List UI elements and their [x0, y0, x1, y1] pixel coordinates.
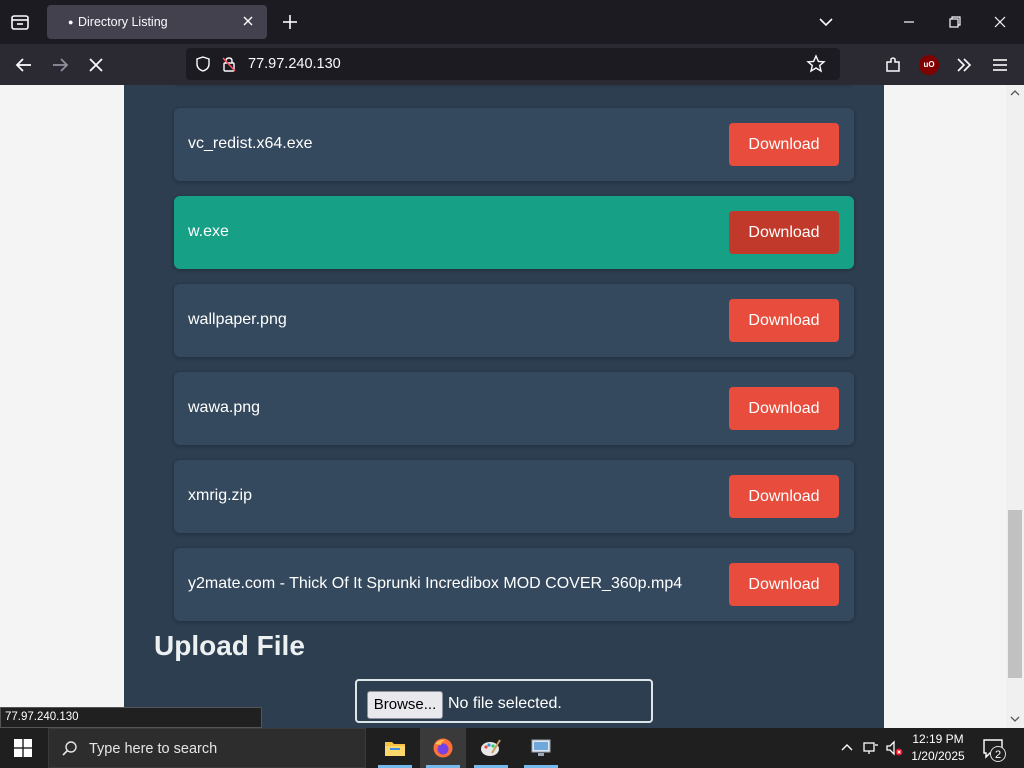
- page-viewport: vc_redist.x64.exe Download w.exe Downloa…: [0, 85, 1006, 728]
- download-button[interactable]: Download: [729, 211, 839, 254]
- list-item: xmrig.zip Download: [174, 460, 854, 533]
- more-tools-chevron-icon[interactable]: [953, 54, 975, 76]
- download-button[interactable]: Download: [729, 123, 839, 166]
- list-item-highlighted: w.exe Download: [174, 196, 854, 269]
- clock-time: 12:19 PM: [912, 732, 964, 746]
- hamburger-menu-icon[interactable]: [989, 54, 1011, 76]
- scroll-down-icon[interactable]: [1009, 714, 1021, 724]
- new-tab-icon[interactable]: [280, 12, 300, 32]
- download-button[interactable]: Download: [729, 563, 839, 606]
- extensions-icon[interactable]: [882, 54, 904, 76]
- search-icon: [62, 741, 77, 756]
- stop-loading-icon[interactable]: [85, 54, 107, 76]
- upload-heading: Upload File: [154, 630, 305, 661]
- navigation-toolbar: 77.97.240.130 uO: [0, 44, 1024, 85]
- list-item: vc_redist.x64.exe Download: [174, 108, 854, 181]
- scroll-thumb[interactable]: [1008, 510, 1022, 678]
- loading-dot-icon: ●: [68, 17, 74, 27]
- tab-title: Directory Listing: [78, 15, 168, 29]
- show-hidden-icons-chevron-icon[interactable]: [838, 739, 856, 757]
- network-icon[interactable]: [862, 739, 880, 757]
- status-url-tooltip: 77.97.240.130: [0, 707, 262, 728]
- scroll-up-icon[interactable]: [1009, 88, 1021, 98]
- back-icon[interactable]: [13, 54, 35, 76]
- restore-icon[interactable]: [945, 12, 965, 32]
- firefox-app[interactable]: [420, 728, 466, 768]
- taskbar-search-box[interactable]: Type here to search: [48, 728, 366, 768]
- minimize-icon[interactable]: [899, 12, 919, 32]
- clock-date: 1/20/2025: [911, 749, 965, 763]
- paint-app[interactable]: [468, 728, 514, 768]
- close-tab-icon[interactable]: [239, 12, 257, 30]
- search-placeholder: Type here to search: [89, 741, 218, 757]
- forward-icon[interactable]: [49, 54, 71, 76]
- remote-desktop-icon: [531, 739, 551, 756]
- volume-muted-icon[interactable]: [885, 739, 903, 757]
- tab-list-icon[interactable]: [8, 10, 32, 34]
- windows-taskbar: Type here to search 12:19 PM 1/20/2025: [0, 728, 1024, 768]
- list-item: wallpaper.png Download: [174, 284, 854, 357]
- file-input[interactable]: Browse... No file selected.: [355, 679, 653, 723]
- file-name: vc_redist.x64.exe: [188, 135, 313, 152]
- directory-panel: vc_redist.x64.exe Download w.exe Downloa…: [124, 85, 884, 728]
- file-name: w.exe: [188, 223, 229, 240]
- file-status-label: No file selected.: [448, 695, 562, 712]
- remote-desktop-app[interactable]: [518, 728, 564, 768]
- browser-tab-bar: ● Directory Listing: [0, 0, 1024, 44]
- firefox-icon: [433, 738, 453, 758]
- system-clock[interactable]: 12:19 PM 1/20/2025: [905, 731, 971, 765]
- bookmark-star-icon[interactable]: [806, 54, 826, 74]
- notification-count-badge: 2: [990, 746, 1006, 762]
- url-text: 77.97.240.130: [248, 56, 341, 72]
- ublock-origin-icon[interactable]: uO: [919, 55, 939, 75]
- file-name: y2mate.com - Thick Of It Sprunki Incredi…: [188, 575, 683, 592]
- download-button[interactable]: Download: [729, 387, 839, 430]
- shield-icon[interactable]: [194, 55, 212, 73]
- address-bar[interactable]: 77.97.240.130: [186, 48, 840, 80]
- insecure-lock-icon[interactable]: [220, 55, 238, 73]
- download-button[interactable]: Download: [729, 475, 839, 518]
- browse-button[interactable]: Browse...: [367, 691, 443, 719]
- list-item: y2mate.com - Thick Of It Sprunki Incredi…: [174, 548, 854, 621]
- tab-directory-listing[interactable]: ● Directory Listing: [47, 5, 267, 39]
- list-all-tabs-icon[interactable]: [816, 12, 836, 32]
- file-name: xmrig.zip: [188, 487, 253, 504]
- folder-icon: [385, 742, 405, 756]
- windows-start-icon[interactable]: [14, 739, 32, 757]
- file-name: wallpaper.png: [188, 311, 287, 328]
- close-window-icon[interactable]: [990, 12, 1010, 32]
- list-item: wawa.png Download: [174, 372, 854, 445]
- page-scrollbar[interactable]: [1006, 85, 1024, 728]
- download-button[interactable]: Download: [729, 299, 839, 342]
- file-name: wawa.png: [188, 399, 261, 416]
- file-explorer-app[interactable]: [372, 728, 418, 768]
- paint-palette-icon: [481, 739, 501, 756]
